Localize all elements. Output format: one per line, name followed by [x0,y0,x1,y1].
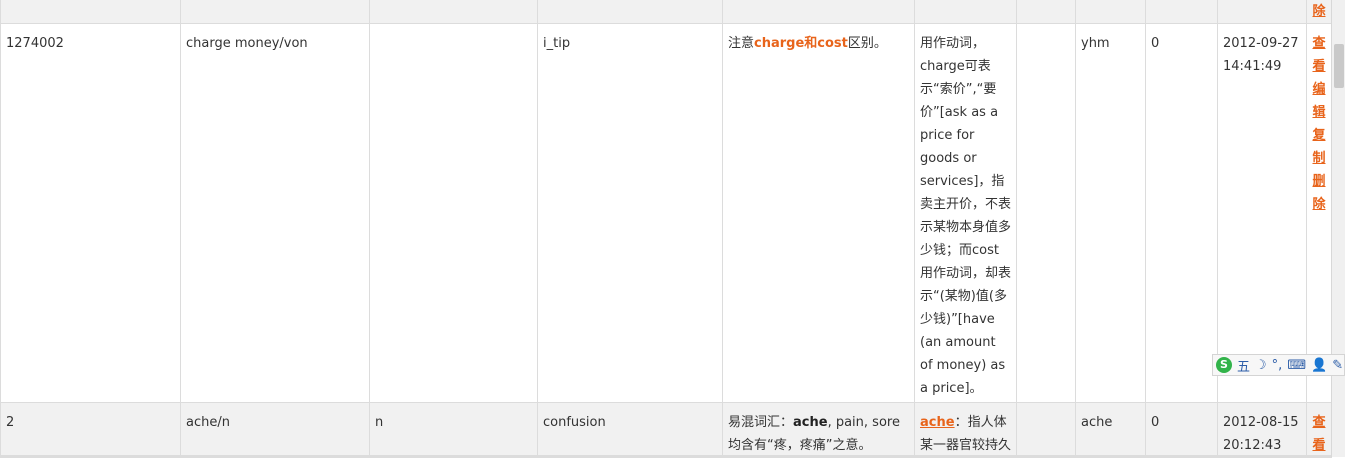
cell-extra [1016,23,1076,403]
cell-date: 2012-09-27 14:41:49 [1217,23,1307,403]
delete-link[interactable]: 除 [1309,0,1329,23]
cell-user: yhm [1075,23,1146,403]
view-link[interactable]: 查看 [1309,32,1329,78]
delete-link[interactable]: 删除 [1309,170,1329,216]
view-link[interactable]: 查看 [1309,411,1329,457]
data-table: 除 1274002 charge money/von i_tip 注意charg… [0,0,1332,458]
copy-link[interactable]: 复制 [1309,124,1329,170]
cell-id: 2 [0,402,181,458]
cell-date: 2012-08-15 20:12:43 [1217,402,1307,458]
cell-note: 注意charge和cost区别。 [722,23,915,403]
cell-type: i_tip [537,23,723,403]
vertical-scrollbar[interactable] [1331,0,1345,457]
punctuation-icon[interactable]: °, [1272,358,1283,373]
table-row: 除 [0,0,1332,24]
ime-toolbar[interactable]: S 五 ☽ °, ⌨ 👤 ✎ [1212,354,1345,376]
user-icon[interactable]: 👤 [1311,358,1327,373]
cell-explain: 用作动词，charge可表示“索价”,“要价”[ask as a price f… [914,23,1017,403]
moon-icon[interactable]: ☽ [1255,358,1267,373]
cell-word: ache/n [180,402,370,458]
cell-explain: ache：指人体某一器官较持久 [914,402,1017,458]
cell-type: confusion [537,402,723,458]
cell-pos: n [369,402,538,458]
cell-user: ache [1075,402,1146,458]
sogou-logo-icon[interactable]: S [1216,357,1232,373]
tools-icon[interactable]: ✎ [1332,358,1343,373]
keyboard-icon[interactable]: ⌨ [1287,358,1306,373]
table-row: 1274002 charge money/von i_tip 注意charge和… [0,23,1332,403]
table-row: 2 ache/n n confusion 易混词汇：ache, pain, so… [0,402,1332,458]
cell-actions: 查看 编辑 复制 删除 [1306,23,1332,403]
cell-count: 0 [1145,23,1218,403]
input-mode-icon[interactable]: 五 [1237,356,1250,375]
cell-pos [369,23,538,403]
cell-word: charge money/von [180,23,370,403]
cell-id: 1274002 [0,23,181,403]
cell-actions: 查看 [1306,402,1332,458]
cell-note: 易混词汇：ache, pain, sore 均含有“疼，疼痛”之意。 [722,402,915,458]
cell-extra [1016,402,1076,458]
edit-link[interactable]: 编辑 [1309,78,1329,124]
cell-count: 0 [1145,402,1218,458]
scrollbar-thumb[interactable] [1334,44,1344,88]
